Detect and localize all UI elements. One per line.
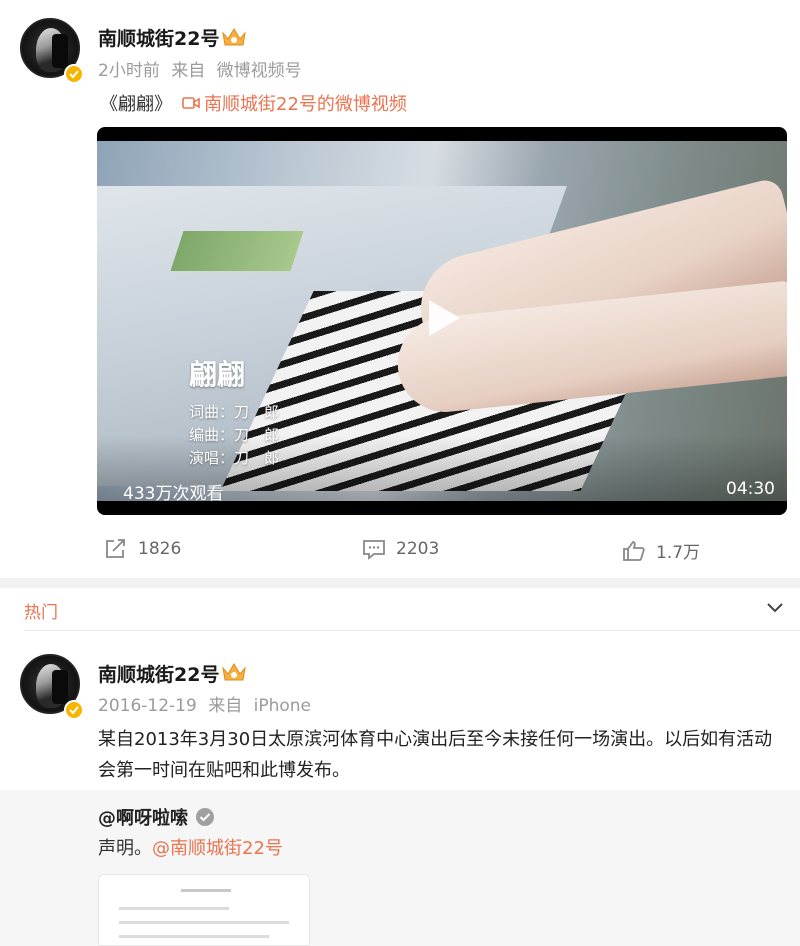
doc-text-line [119,935,269,938]
doc-text-line [119,907,229,910]
repost-button[interactable]: 1826 [104,538,181,560]
document-image-thumbnail[interactable] [98,874,310,946]
post-date: 2016-12-19 [98,696,197,716]
repost-author-name[interactable]: @啊呀啦嗦 [98,804,188,830]
mention-link[interactable]: @南顺城街22号 [152,838,283,859]
post-source: iPhone [253,696,311,716]
crown-icon [222,663,246,681]
post-source-prefix: 来自 [208,696,243,716]
repost-icon [106,539,125,558]
verified-badge-icon [196,808,214,826]
video-player[interactable]: 翩翩 词曲：刀 郎 编曲：刀 郎 演唱：刀 郎 433万次观看 04:30 [97,127,787,515]
chevron-down-icon[interactable] [766,602,784,614]
repost-count: 1826 [138,539,182,559]
play-icon[interactable] [425,297,463,339]
post-author-name[interactable]: 南顺城街22号 [98,24,219,51]
comment-count: 2203 [396,539,440,559]
divider [24,630,800,631]
video-overlay-title: 翩翩 [189,358,246,391]
post-meta: 2016-12-19 来自 iPhone [98,691,311,716]
post-meta: 2小时前 来自 微博视频号 [98,56,302,81]
post-time: 2小时前 [98,61,160,81]
verified-badge-icon [64,700,84,720]
post-title-line: 《翩翩》 南顺城街22号的微博视频 [100,90,407,116]
crown-icon [222,28,246,46]
song-title: 《翩翩》 [100,94,172,115]
video-credit: 编曲：刀 郎 [189,426,280,444]
keyboard-screen-graphic [170,231,304,271]
like-count: 1.7万 [656,543,701,563]
like-button[interactable]: 1.7万 [622,538,700,563]
post-content: 某自2013年3月30日太原滨河体育中心演出后至今未接任何一场演出。以后如有活动… [98,729,773,781]
repost-author[interactable]: @啊呀啦嗦 [98,804,214,830]
doc-text-line [119,921,289,924]
comment-icon [363,540,385,560]
video-link[interactable]: 南顺城街22号的微博视频 [204,90,407,116]
post-actions-bar: 1826 2203 1.7万 [0,536,800,566]
video-camera-icon [182,97,200,109]
post-author-name[interactable]: 南顺城街22号 [98,660,219,687]
repost-text-prefix: 声明。 [98,838,152,859]
doc-text-line [181,889,231,892]
video-credit: 词曲：刀 郎 [189,403,280,421]
thumbs-up-icon [623,540,645,561]
video-view-count: 433万次观看 [123,484,224,504]
repost-text: 声明。@南顺城街22号 [98,834,283,860]
avatar-shadow [52,670,68,704]
post-source-prefix: 来自 [171,61,206,81]
avatar-shadow [52,34,68,68]
comment-button[interactable]: 2203 [362,538,439,560]
post-source[interactable]: 微博视频号 [217,61,302,81]
section-separator [0,578,800,588]
video-duration: 04:30 [726,479,775,499]
hot-tab[interactable]: 热门 [24,598,58,623]
video-credit: 演唱：刀 郎 [189,449,280,467]
verified-badge-icon [64,64,84,84]
